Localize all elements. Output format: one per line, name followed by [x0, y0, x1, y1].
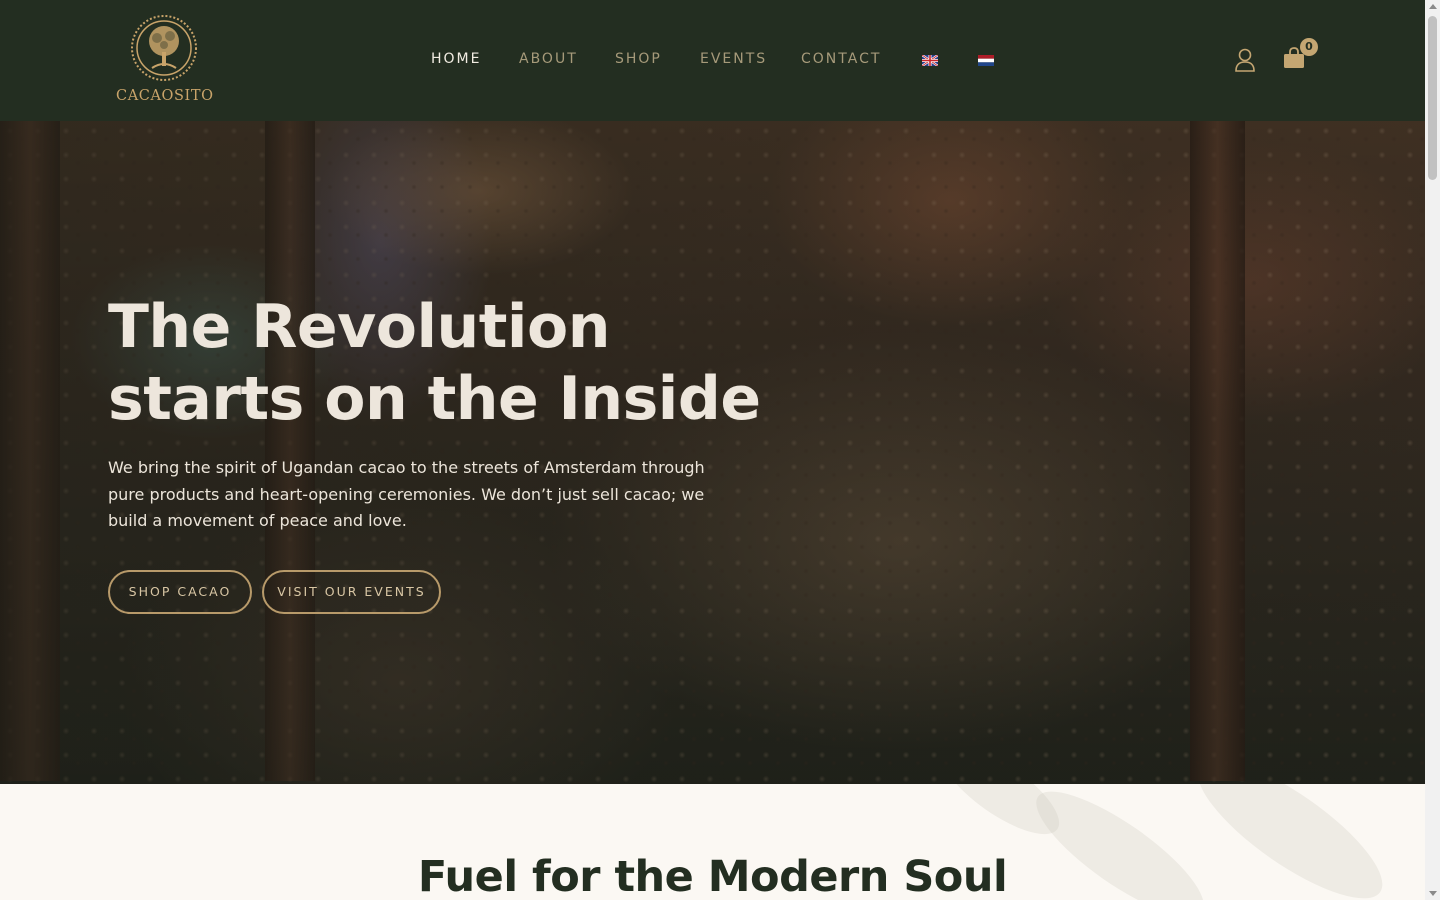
netherlands-flag-icon[interactable]	[978, 55, 994, 66]
page-scrollbar[interactable]	[1425, 0, 1440, 900]
nav-item-home[interactable]: HOME	[431, 51, 481, 67]
scroll-down-arrow-icon[interactable]	[1429, 891, 1437, 896]
section-title: Fuel for the Modern Soul	[417, 852, 1008, 900]
hero-title: The Revolution starts on the Inside	[108, 291, 808, 435]
cart-count-badge: 0	[1300, 38, 1318, 56]
tree-of-life-icon	[131, 15, 197, 81]
site-logo[interactable]: CACAOSITO	[116, 14, 214, 106]
hero-title-line-1: The Revolution	[108, 292, 610, 362]
nav-item-events[interactable]: EVENTS	[700, 51, 767, 67]
hero-title-line-2: starts on the Inside	[108, 364, 761, 434]
nav-item-shop[interactable]: SHOP	[615, 51, 662, 67]
visit-events-button[interactable]: VISIT OUR EVENTS	[262, 570, 441, 614]
uk-flag-icon[interactable]	[922, 55, 938, 66]
scroll-up-arrow-icon[interactable]	[1429, 4, 1437, 9]
nav-item-contact[interactable]: CONTACT	[801, 51, 881, 67]
hero-section: The Revolution starts on the Inside We b…	[0, 121, 1425, 784]
shop-cacao-button[interactable]: SHOP CACAO	[108, 570, 252, 614]
nav-item-about[interactable]: ABOUT	[519, 51, 578, 67]
scrollbar-thumb[interactable]	[1428, 16, 1437, 180]
user-icon[interactable]	[1234, 48, 1256, 72]
brand-name: CACAOSITO	[116, 88, 214, 104]
hero-description: We bring the spirit of Ugandan cacao to …	[108, 458, 705, 530]
hero-overlay	[0, 121, 1425, 784]
intro-section: Fuel for the Modern Soul	[0, 784, 1425, 900]
site-header: CACAOSITO HOME ABOUT SHOP EVENTS CONTACT…	[0, 0, 1425, 121]
